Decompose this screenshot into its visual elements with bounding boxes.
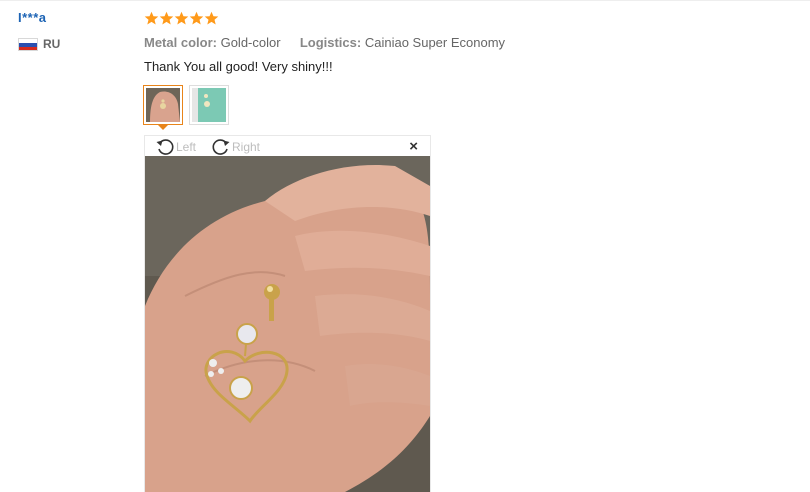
star-icon: [204, 11, 219, 24]
photo-viewer-toolbar: Left Right ×: [145, 135, 430, 156]
review-photo-thumbnails: [143, 85, 235, 125]
reviewer-name: I***a: [18, 10, 47, 25]
star-icon: [144, 11, 159, 24]
review-photo: [145, 156, 430, 492]
photo-thumbnail[interactable]: [189, 85, 229, 125]
star-icon: [189, 11, 204, 24]
star-icon: [159, 11, 174, 24]
photo-thumbnail-image: [192, 88, 226, 122]
rotate-right-button[interactable]: Right: [211, 137, 260, 157]
reviewer-country: RU: [18, 37, 128, 51]
top-divider: [0, 0, 810, 1]
attribute-value: Cainiao Super Economy: [364, 35, 506, 50]
photo-viewer: Left Right ×: [144, 135, 431, 492]
rotate-right-icon: [212, 139, 230, 155]
russia-flag-icon: [18, 37, 38, 51]
star-icon: [174, 11, 189, 24]
attribute-key: Metal color:: [144, 35, 217, 50]
rotate-left-label: Left: [176, 140, 197, 154]
reviewer-info: I***a RU: [18, 10, 128, 51]
close-viewer-button[interactable]: ×: [409, 139, 418, 154]
review-text: Thank You all good! Very shiny!!!: [144, 59, 333, 74]
active-thumbnail-caret: [158, 125, 168, 130]
rotate-left-button[interactable]: Left: [155, 137, 196, 157]
attribute-key: Logistics:: [299, 35, 362, 50]
order-attributes: Metal color: Gold-color Logistics: Caini…: [144, 35, 784, 50]
rotate-left-icon: [156, 139, 174, 155]
photo-thumbnail[interactable]: [143, 85, 183, 125]
rotate-right-label: Right: [232, 140, 261, 154]
attribute-value: Gold-color: [220, 35, 281, 50]
review-body: Metal color: Gold-color Logistics: Caini…: [144, 10, 784, 74]
star-rating: [144, 10, 784, 26]
country-code: RU: [43, 37, 61, 51]
photo-thumbnail-image: [146, 88, 180, 122]
